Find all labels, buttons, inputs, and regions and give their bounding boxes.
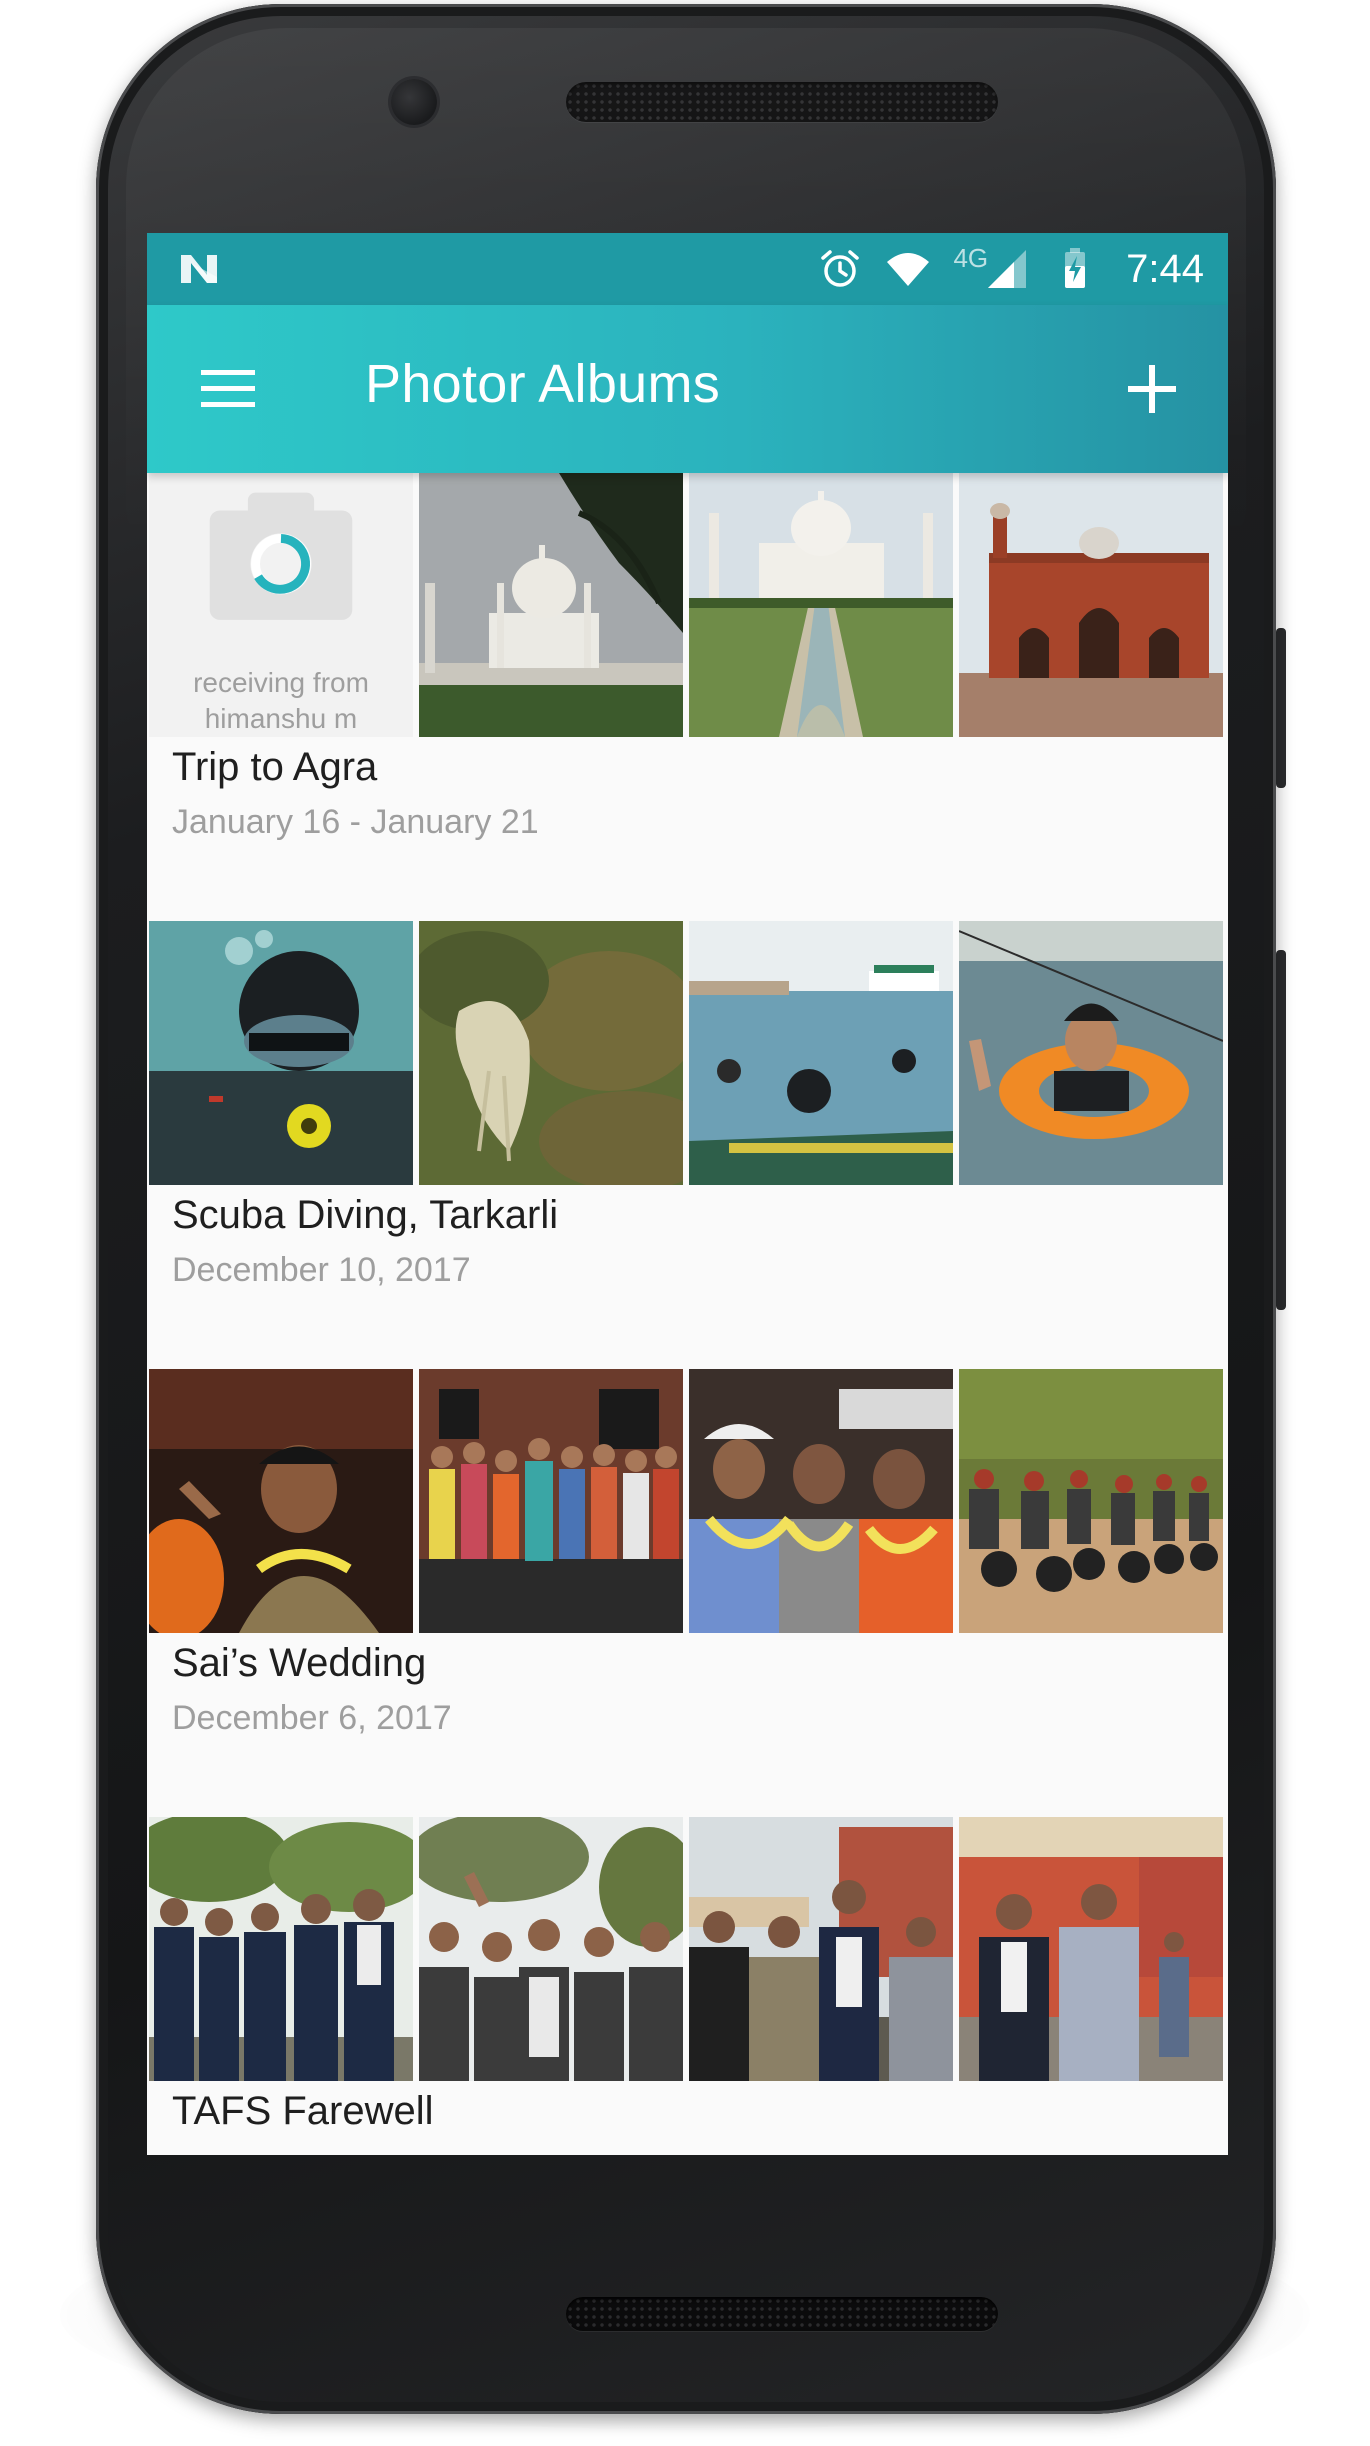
album-photo[interactable] (959, 1369, 1223, 1633)
album-photo[interactable] (689, 473, 953, 737)
album-photo-strip (147, 1369, 1228, 1633)
album-photo[interactable] (959, 473, 1223, 737)
status-bar: 4G 7:44 (147, 233, 1228, 305)
receiving-placeholder: receiving from himanshu m (149, 473, 413, 737)
network-type-label: 4G (953, 242, 989, 273)
alarm-icon (821, 250, 860, 287)
album-title: Trip to Agra (172, 745, 378, 789)
album-date: December 10, 2017 (172, 1251, 471, 1289)
app-bar: Photor Albums (147, 305, 1228, 473)
bottom-speaker (566, 2297, 998, 2331)
album-title: Scuba Diving, Tarkarli (172, 1193, 559, 1237)
status-clock: 7:44 (1126, 246, 1204, 291)
album-photo[interactable] (419, 1369, 683, 1633)
album-title: Sai’s Wedding (172, 1641, 427, 1685)
hamburger-menu-icon[interactable] (199, 362, 257, 416)
app-title: Photor Albums (365, 354, 721, 414)
album-photo[interactable] (689, 1817, 953, 2081)
power-button (1276, 628, 1286, 788)
album-card[interactable]: Scuba Diving, Tarkarli December 10, 2017 (147, 921, 1228, 1369)
receiving-line-1: receiving from (193, 667, 369, 698)
front-camera (391, 79, 437, 125)
add-icon[interactable] (1122, 359, 1182, 419)
album-photo[interactable] (149, 1369, 413, 1633)
album-photo[interactable] (959, 1817, 1223, 2081)
battery-charging-icon (1065, 248, 1086, 288)
notification-n-icon (181, 255, 217, 283)
receiving-line-2: himanshu m (204, 703, 358, 734)
album-photo-strip: receiving from himanshu m (147, 473, 1228, 737)
album-photo[interactable] (959, 921, 1223, 1185)
album-date: December 6, 2017 (172, 1699, 452, 1737)
album-photo[interactable] (689, 921, 953, 1185)
album-photo[interactable] (419, 1817, 683, 2081)
volume-button (1276, 950, 1286, 1310)
album-card[interactable]: TAFS Farewell (147, 1817, 1228, 2155)
album-photo[interactable] (419, 921, 683, 1185)
album-date: January 16 - January 21 (172, 803, 539, 841)
camera-progress-icon (209, 492, 353, 620)
album-photo[interactable] (419, 473, 683, 737)
album-card[interactable]: receiving from himanshu m Trip to Agra J… (147, 473, 1228, 921)
earpiece-speaker (566, 82, 998, 122)
album-photo[interactable] (149, 1817, 413, 2081)
cell-signal-icon (988, 250, 1027, 288)
album-card[interactable]: Sai’s Wedding December 6, 2017 (147, 1369, 1228, 1817)
album-photo-strip (147, 921, 1228, 1185)
album-list: receiving from himanshu m Trip to Agra J… (147, 473, 1228, 2155)
album-photo[interactable] (149, 921, 413, 1185)
album-photo-strip (147, 1817, 1228, 2081)
album-photo[interactable] (689, 1369, 953, 1633)
album-title: TAFS Farewell (172, 2089, 434, 2133)
wifi-icon (887, 253, 930, 286)
receiving-text: receiving from himanshu m (193, 665, 369, 737)
screen: 4G 7:44 Photor Albums receiving from him… (147, 233, 1228, 2155)
